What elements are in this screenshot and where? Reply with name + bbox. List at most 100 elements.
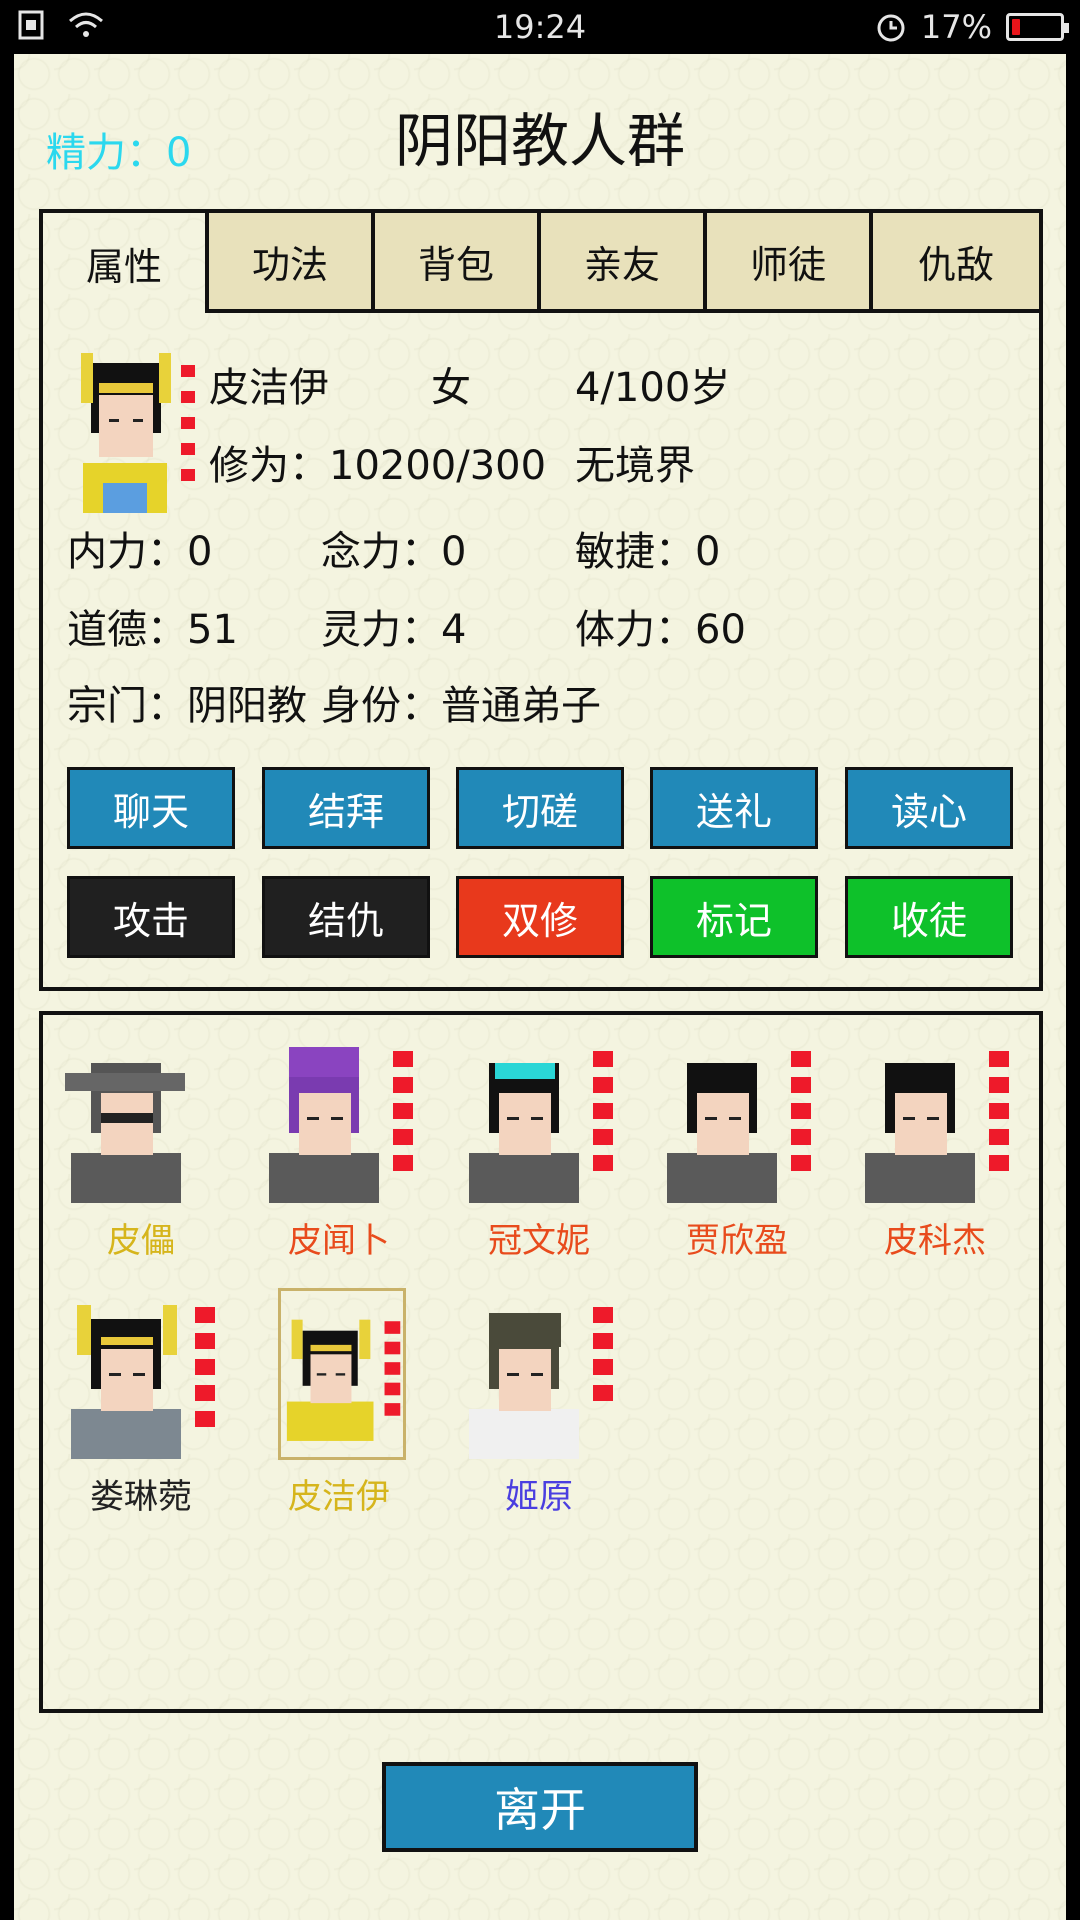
npc-eye [531,1373,543,1376]
npc-hat [289,1047,359,1077]
tab-enemies[interactable]: 仇敌 [873,213,1039,313]
npc-body [269,1153,379,1203]
take-disciple-button[interactable]: 收徒 [845,876,1013,958]
npc-crown [291,1319,303,1360]
heart-icon [195,1359,215,1375]
read-mind-button[interactable]: 读心 [845,767,1013,849]
npc-portrait [269,1047,413,1203]
app-screen: 精力：0 阴阳教人群 属性 功法 背包 亲友 师徒 仇敌 皮洁伊 女 4/100… [14,54,1066,1920]
attack-button[interactable]: 攻击 [67,876,235,958]
npc-crown [359,1319,371,1360]
npc-eye [507,1117,519,1120]
npc-headdress [495,1063,555,1079]
stat-minjie: 敏捷：0 [575,529,721,575]
npc-eye [331,1117,343,1120]
npc-name: 皮儡 [107,1221,175,1261]
npc-body [286,1401,374,1441]
heart-icon [791,1077,811,1093]
dual-cultivation-button[interactable]: 双修 [456,876,624,958]
npc-card[interactable]: 冠文妮 [459,1033,619,1273]
heart-icon [989,1155,1009,1171]
npc-portrait [278,1288,406,1460]
npc-card[interactable]: 娄琳菀 [61,1289,221,1529]
heart-icon [384,1403,401,1416]
page-title: 阴阳教人群 [394,107,685,175]
npc-name: 贾欣盈 [686,1221,788,1261]
stat-lingli: 灵力：4 [321,607,467,653]
npc-crown [77,1305,91,1355]
npc-name: 皮闻卜 [288,1221,390,1261]
npc-face [101,1093,153,1155]
heart-icon [791,1155,811,1171]
npc-card[interactable]: 贾欣盈 [657,1033,817,1273]
heart-icon [593,1077,613,1093]
battery-icon [1006,13,1069,41]
heart-icon [593,1385,613,1401]
npc-eye [507,1373,519,1376]
npc-body [469,1153,579,1203]
heart-icon [393,1051,413,1067]
heart-icon [384,1382,401,1396]
npc-hat [65,1073,185,1091]
npc-body [71,1153,181,1203]
sworn-brother-button[interactable]: 结拜 [262,767,430,849]
npc-eye [729,1117,741,1120]
stat-sect: 宗门：阴阳教 [67,683,307,729]
npc-eye [531,1117,543,1120]
status-bar: 19:24 17% [0,0,1080,54]
char-cultivation: 修为：10200/300 [209,443,547,489]
spar-button[interactable]: 切磋 [456,767,624,849]
heart-icon [384,1362,401,1375]
stat-nianli: 念力：0 [321,529,467,575]
heart-icon [791,1129,811,1145]
npc-eye [316,1373,327,1376]
npc-face [697,1093,749,1155]
heart-icon [393,1129,413,1145]
npc-card[interactable]: 皮科杰 [855,1033,1015,1273]
heart-icon [593,1307,613,1323]
npc-name: 冠文妮 [488,1221,590,1261]
npc-card[interactable]: 皮洁伊 [259,1288,419,1529]
heart-icon [384,1321,401,1334]
npc-portrait [469,1051,613,1203]
npc-card[interactable]: 皮闻卜 [259,1033,419,1273]
heart-icon [195,1307,215,1323]
feud-button[interactable]: 结仇 [262,876,430,958]
tab-relatives[interactable]: 亲友 [541,213,707,313]
npc-face [101,1349,153,1411]
npc-body [667,1153,777,1203]
tab-master-disciple[interactable]: 师徒 [707,213,873,313]
npc-portrait [469,1307,613,1459]
heart-icon [593,1155,613,1171]
npc-eye [927,1117,939,1120]
heart-icon [989,1129,1009,1145]
npc-hat [489,1313,561,1347]
heart-icon [791,1051,811,1067]
npc-card[interactable]: 姬原 [459,1289,619,1529]
mark-button[interactable]: 标记 [650,876,818,958]
npc-eye [335,1373,346,1376]
stat-identity: 身份：普通弟子 [321,683,601,729]
tab-skills[interactable]: 功法 [209,213,375,313]
gift-button[interactable]: 送礼 [650,767,818,849]
npc-name: 娄琳菀 [90,1477,192,1517]
npc-portrait [865,1051,1009,1203]
tab-inventory[interactable]: 背包 [375,213,541,313]
char-age: 4/100岁 [575,365,731,411]
heart-icon [989,1103,1009,1119]
npc-eye [705,1117,717,1120]
chat-button[interactable]: 聊天 [67,767,235,849]
heart-icon [593,1051,613,1067]
npc-portrait [65,1063,185,1203]
leave-button[interactable]: 离开 [382,1762,698,1852]
character-portrait [81,353,195,513]
tab-attributes[interactable]: 属性 [43,213,209,313]
heart-icon [593,1103,613,1119]
heart-icon [593,1359,613,1375]
npc-card[interactable]: 皮儡 [61,1033,221,1273]
stat-tili: 体力：60 [575,607,746,653]
heart-icon [989,1051,1009,1067]
heart-icon [393,1077,413,1093]
heart-icon [393,1155,413,1171]
stat-neili: 内力：0 [67,529,213,575]
